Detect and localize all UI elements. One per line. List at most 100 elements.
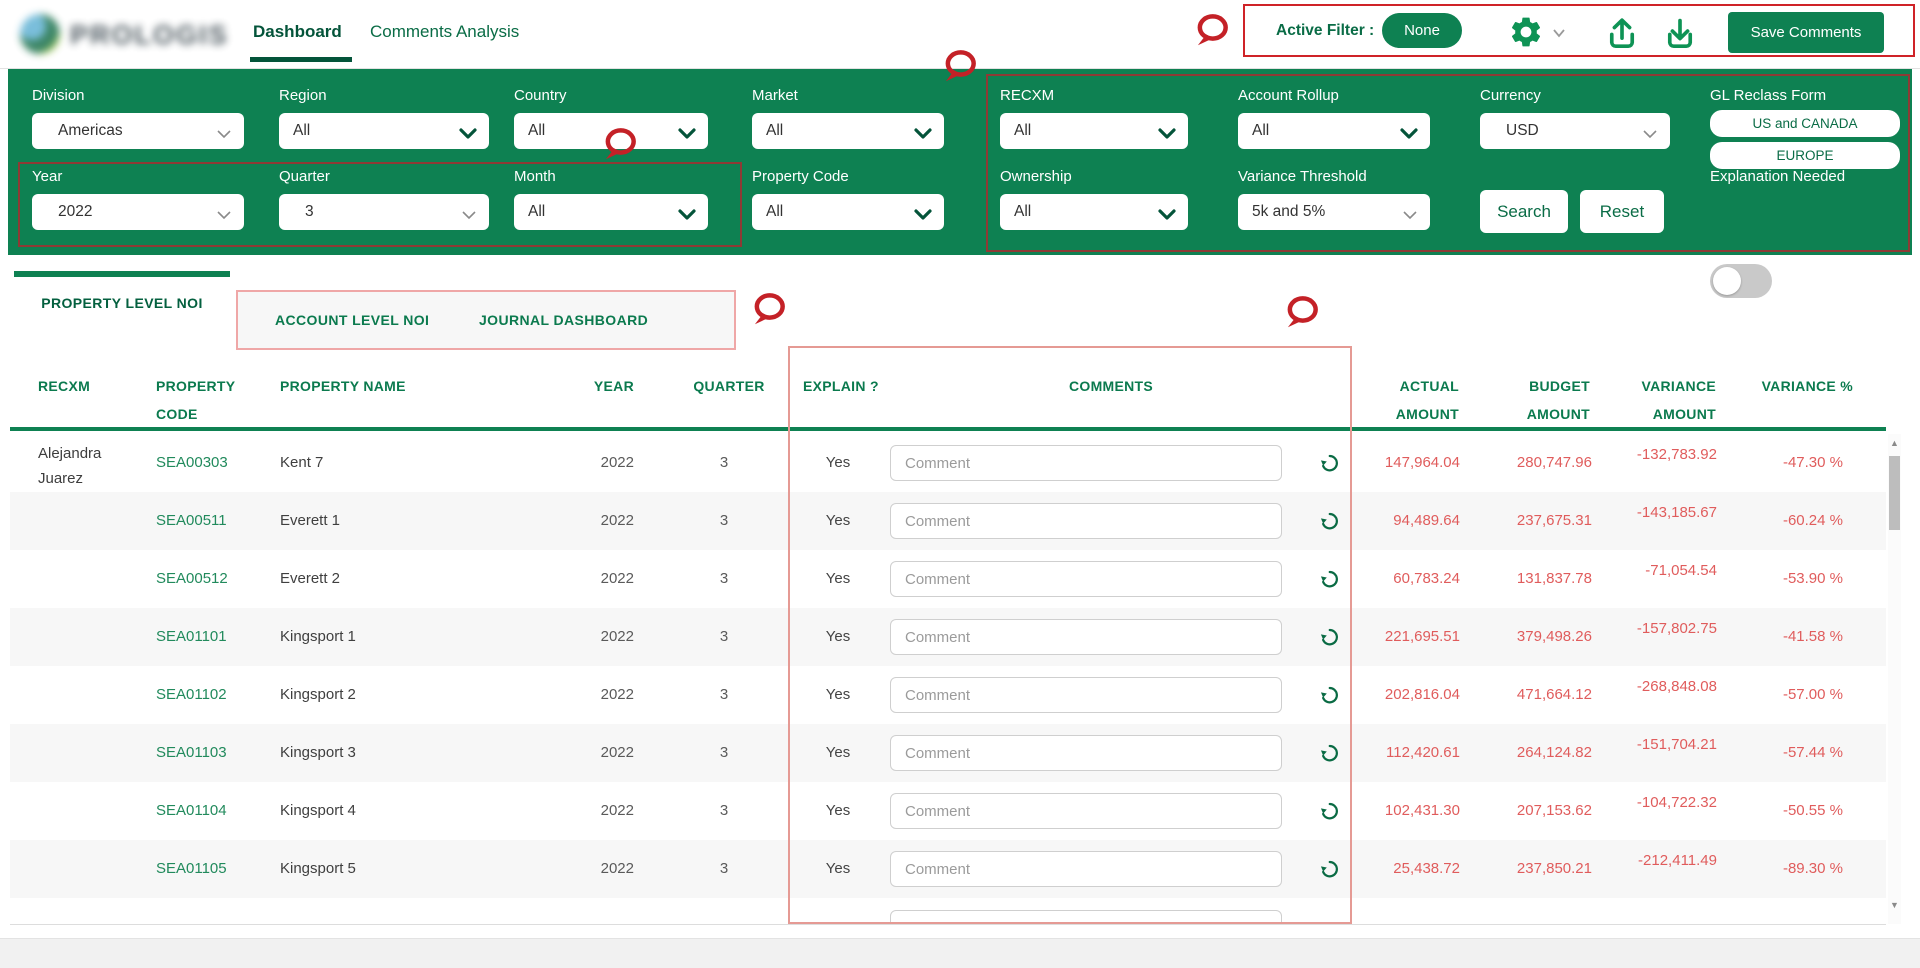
region-select[interactable]: All: [279, 113, 489, 149]
property-code-cell[interactable]: SEA01101: [156, 608, 227, 666]
col-header-actual-line2: AMOUNT: [1309, 400, 1459, 428]
explain-cell: Yes: [803, 782, 873, 840]
quarter-cell: 3: [674, 434, 774, 492]
account-rollup-select[interactable]: All: [1238, 113, 1430, 149]
currency-value: USD: [1480, 122, 1539, 140]
property-name-cell: Kingsport 2: [280, 666, 356, 724]
comment-input[interactable]: [890, 561, 1282, 597]
gl-reclass-us-canada-button[interactable]: US and CANADA: [1710, 110, 1900, 137]
annotation-speech-bubble-icon: [1284, 294, 1320, 334]
chevron-down-icon: [1642, 126, 1658, 144]
property-code-cell[interactable]: SEA00511: [156, 492, 227, 550]
variance-threshold-select[interactable]: 5k and 5%: [1238, 194, 1430, 230]
property-code-cell[interactable]: SEA01104: [156, 782, 227, 840]
col-header-property-name: PROPERTY NAME: [280, 372, 406, 400]
property-code-cell[interactable]: SEA00512: [156, 550, 228, 608]
explanation-needed-toggle[interactable]: [1710, 264, 1772, 298]
ownership-label: Ownership: [1000, 168, 1072, 185]
property-code-cell[interactable]: SEA01105: [156, 840, 227, 898]
gl-reclass-europe-button[interactable]: EUROPE: [1710, 142, 1900, 169]
settings-chevron-down-icon[interactable]: [1551, 26, 1567, 44]
year-cell: 2022: [534, 724, 634, 782]
property-code-cell[interactable]: SEA01102: [156, 666, 227, 724]
annotation-speech-bubble-icon: [751, 291, 787, 331]
variance-threshold-value: 5k and 5%: [1238, 203, 1325, 221]
upload-icon[interactable]: [1604, 14, 1640, 50]
save-comments-button[interactable]: Save Comments: [1728, 12, 1884, 53]
actual-amount-cell: 147,964.04: [1310, 434, 1460, 492]
explain-cell: Yes: [803, 608, 873, 666]
month-value: All: [514, 203, 545, 221]
chevron-down-icon: [1402, 207, 1418, 225]
year-select[interactable]: 2022: [32, 194, 244, 230]
property-code-cell[interactable]: SEA01103: [156, 724, 227, 782]
gl-reclass-label: GL Reclass Form: [1710, 87, 1826, 104]
nav-tab-dashboard[interactable]: Dashboard: [253, 22, 342, 42]
chevron-down-icon: [461, 207, 477, 225]
quarter-select[interactable]: 3: [279, 194, 489, 230]
actual-amount-cell: 60,783.24: [1310, 550, 1460, 608]
search-button[interactable]: Search: [1480, 190, 1568, 233]
settings-gear-icon[interactable]: [1508, 14, 1544, 50]
comment-input[interactable]: [890, 445, 1282, 481]
year-cell: 2022: [534, 434, 634, 492]
active-filter-value-pill[interactable]: None: [1382, 13, 1462, 48]
explain-cell: Yes: [803, 492, 873, 550]
tab-journal-dashboard[interactable]: JOURNAL DASHBOARD: [479, 292, 648, 348]
comment-input[interactable]: [890, 793, 1282, 829]
comment-input[interactable]: [890, 735, 1282, 771]
comment-input[interactable]: [890, 851, 1282, 887]
comment-input[interactable]: [890, 619, 1282, 655]
nav-active-underline: [250, 57, 352, 62]
property-name-cell: Everett 1: [280, 492, 340, 550]
scrollbar-thumb[interactable]: [1889, 456, 1900, 530]
property-code-cell[interactable]: SEA00303: [156, 434, 228, 492]
col-header-actual-amount: ACTUAL AMOUNT: [1309, 372, 1459, 428]
year-cell: 2022: [534, 666, 634, 724]
scrollbar-down-arrow[interactable]: ▼: [1888, 900, 1901, 910]
explain-cell: Yes: [803, 840, 873, 898]
comment-input[interactable]: [890, 503, 1282, 539]
account-rollup-value: All: [1238, 122, 1269, 140]
month-select[interactable]: All: [514, 194, 708, 230]
quarter-cell: 3: [674, 492, 774, 550]
table-row: SEA01105 Kingsport 5 2022 3 Yes 25,438.7…: [10, 840, 1886, 898]
comment-input[interactable]: [890, 677, 1282, 713]
property-code-select[interactable]: All: [752, 194, 944, 230]
variance-pct-cell: -89.30 %: [1693, 840, 1843, 898]
chevron-down-icon: [216, 126, 232, 144]
ownership-select[interactable]: All: [1000, 194, 1188, 230]
reset-button[interactable]: Reset: [1580, 190, 1664, 233]
secondary-tabs-group: ACCOUNT LEVEL NOI JOURNAL DASHBOARD: [236, 290, 736, 350]
year-cell: 2022: [534, 608, 634, 666]
col-header-property-code-line1: PROPERTY: [156, 372, 235, 400]
tab-account-level-noi[interactable]: ACCOUNT LEVEL NOI: [275, 292, 429, 348]
download-icon[interactable]: [1662, 14, 1698, 50]
nav-tab-comments-analysis[interactable]: Comments Analysis: [370, 22, 519, 42]
comment-input-partial[interactable]: [890, 910, 1282, 925]
actual-amount-cell: 25,438.72: [1310, 840, 1460, 898]
property-name-cell: Kingsport 4: [280, 782, 356, 840]
chevron-down-icon: [678, 126, 696, 144]
actual-amount-cell: 221,695.51: [1310, 608, 1460, 666]
recxm-label: RECXM: [1000, 87, 1054, 104]
footer-band: [0, 938, 1920, 968]
month-label: Month: [514, 168, 556, 185]
year-cell: 2022: [534, 840, 634, 898]
tab-property-level-noi[interactable]: PROPERTY LEVEL NOI: [14, 295, 230, 311]
property-name-cell: Kingsport 3: [280, 724, 356, 782]
recxm-value: All: [1000, 122, 1031, 140]
recxm-select[interactable]: All: [1000, 113, 1188, 149]
currency-select[interactable]: USD: [1480, 113, 1670, 149]
market-select[interactable]: All: [752, 113, 944, 149]
division-label: Division: [32, 87, 85, 104]
year-label: Year: [32, 168, 62, 185]
country-select[interactable]: All: [514, 113, 708, 149]
filter-bar: Division Region Country Market RECXM Acc…: [8, 69, 1912, 255]
currency-label: Currency: [1480, 87, 1541, 104]
explanation-needed-label: Explanation Needed: [1710, 168, 1845, 185]
quarter-label: Quarter: [279, 168, 330, 185]
scrollbar-up-arrow[interactable]: ▲: [1888, 438, 1901, 448]
division-select[interactable]: Americas: [32, 113, 244, 149]
active-filter-label: Active Filter :: [1276, 22, 1374, 40]
